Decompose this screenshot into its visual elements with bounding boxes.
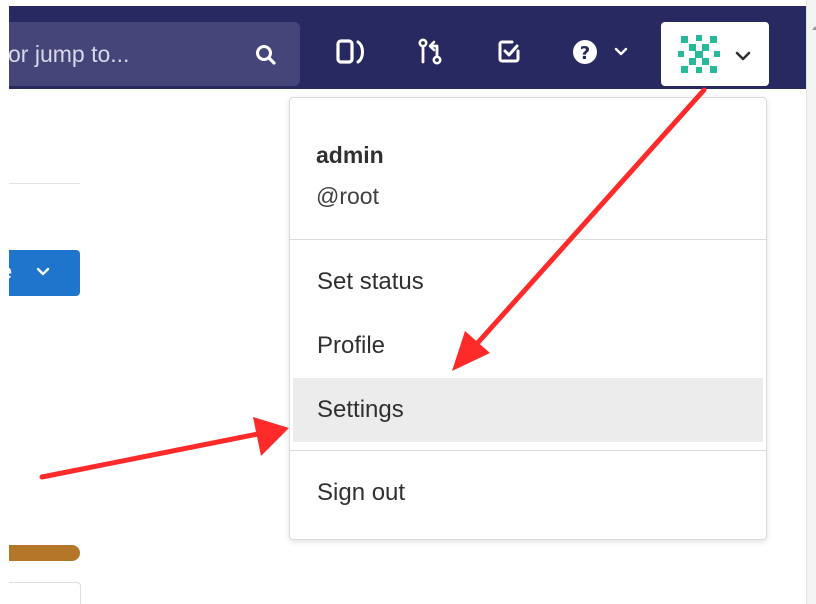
menu-item-profile[interactable]: Profile	[293, 314, 763, 378]
svg-text:?: ?	[580, 43, 590, 64]
menu-item-set-status[interactable]: Set status	[293, 250, 763, 314]
background-divider	[0, 183, 80, 184]
scroll-up-icon[interactable]	[812, 26, 816, 30]
menu-item-label: Sign out	[317, 479, 406, 506]
scrollbar[interactable]	[806, 0, 816, 604]
background-progress-bar	[0, 545, 80, 561]
help-icon[interactable]: ?	[572, 38, 634, 66]
menu-item-label: Profile	[317, 332, 386, 359]
left-edge	[0, 0, 9, 604]
menu-divider	[290, 239, 766, 240]
avatar-icon	[678, 35, 720, 73]
menu-item-label: Set status	[317, 268, 424, 295]
search-icon[interactable]	[253, 42, 279, 68]
issues-icon[interactable]	[336, 38, 370, 66]
menu-item-sign-out[interactable]: Sign out	[293, 461, 763, 525]
merge-request-icon[interactable]	[417, 38, 445, 66]
menu-divider	[290, 450, 766, 451]
chevron-down-icon	[36, 267, 50, 276]
todos-icon[interactable]	[497, 38, 523, 66]
search-input[interactable]: or jump to...	[8, 40, 129, 68]
search-box[interactable]: or jump to...	[0, 22, 300, 86]
annotation-arrow-to-settings-left	[39, 417, 289, 480]
screenshot-page: or jump to... ? admin @root Set status P…	[0, 0, 816, 604]
background-card	[0, 582, 81, 604]
background-dropdown-button[interactable]: e	[0, 250, 80, 296]
menu-item-settings[interactable]: Settings	[293, 378, 763, 442]
menu-item-label: Settings	[317, 396, 404, 423]
user-dropdown-menu: admin @root Set status Profile Settings …	[289, 97, 767, 540]
top-navbar: or jump to... ?	[0, 6, 806, 89]
user-name: admin	[316, 142, 384, 168]
user-handle: @root	[316, 183, 379, 209]
chevron-down-icon	[735, 51, 751, 61]
user-avatar-button[interactable]	[661, 22, 769, 86]
